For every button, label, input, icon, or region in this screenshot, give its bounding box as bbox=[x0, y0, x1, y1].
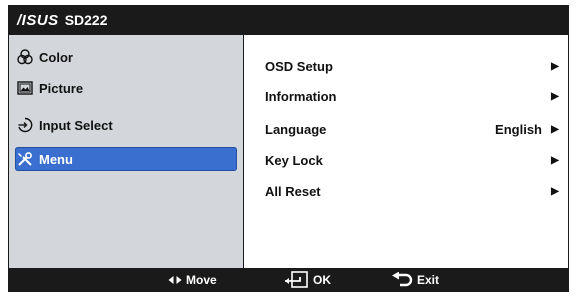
menu-item-label: OSD Setup bbox=[265, 58, 333, 74]
arrow-right-icon: ▶ bbox=[551, 185, 559, 197]
menu-item-all-reset[interactable]: All Reset ▶ bbox=[265, 181, 560, 201]
menu-item-label: All Reset bbox=[265, 183, 321, 199]
brand: /ISUS SD222 bbox=[17, 10, 108, 30]
sidebar-item-input-select[interactable]: Input Select bbox=[17, 115, 113, 135]
sidebar-item-label: Input Select bbox=[39, 117, 113, 133]
left-right-arrows-icon bbox=[168, 275, 182, 285]
menu-item-information[interactable]: Information ▶ bbox=[265, 86, 560, 106]
brand-logo: /ISUS bbox=[17, 11, 59, 29]
osd-window: /ISUS SD222 Color Picture Input Select M… bbox=[8, 5, 569, 292]
arrow-right-icon: ▶ bbox=[551, 90, 559, 102]
exit-hint[interactable]: Exit bbox=[391, 270, 439, 290]
color-icon bbox=[17, 49, 33, 65]
menu-content: OSD Setup ▶ Information ▶ Language Engli… bbox=[244, 35, 568, 268]
sidebar: Color Picture Input Select Menu bbox=[9, 35, 243, 268]
picture-icon bbox=[17, 80, 33, 96]
menu-item-osd-setup[interactable]: OSD Setup ▶ bbox=[265, 56, 560, 76]
menu-item-label: Key Lock bbox=[265, 152, 323, 168]
sidebar-item-label: Menu bbox=[39, 151, 73, 167]
sidebar-item-menu[interactable]: Menu bbox=[15, 147, 237, 171]
osd-footer: Move OK Exit bbox=[8, 268, 569, 292]
arrow-right-icon: ▶ bbox=[551, 154, 559, 166]
arrow-right-icon: ▶ bbox=[551, 60, 559, 72]
sidebar-item-color[interactable]: Color bbox=[17, 47, 73, 67]
menu-item-label: Information bbox=[265, 88, 337, 104]
osd-header: /ISUS SD222 bbox=[8, 5, 569, 35]
model-name: SD222 bbox=[64, 12, 108, 28]
menu-item-language[interactable]: Language English ▶ bbox=[265, 119, 560, 139]
input-select-icon bbox=[17, 117, 33, 133]
sidebar-item-picture[interactable]: Picture bbox=[17, 78, 83, 98]
return-arrow-icon bbox=[391, 272, 413, 288]
move-label: Move bbox=[186, 273, 217, 287]
sidebar-item-label: Color bbox=[39, 49, 73, 65]
menu-item-label: Language bbox=[265, 121, 327, 137]
tools-icon bbox=[17, 151, 33, 167]
arrow-right-icon: ▶ bbox=[551, 123, 559, 135]
menu-item-key-lock[interactable]: Key Lock ▶ bbox=[265, 150, 560, 170]
ok-hint[interactable]: OK bbox=[283, 270, 331, 290]
ok-label: OK bbox=[313, 273, 331, 287]
enter-icon bbox=[283, 271, 309, 289]
sidebar-item-label: Picture bbox=[39, 80, 84, 96]
language-value: English bbox=[495, 121, 542, 137]
move-hint[interactable]: Move bbox=[168, 270, 217, 290]
exit-label: Exit bbox=[417, 273, 440, 287]
